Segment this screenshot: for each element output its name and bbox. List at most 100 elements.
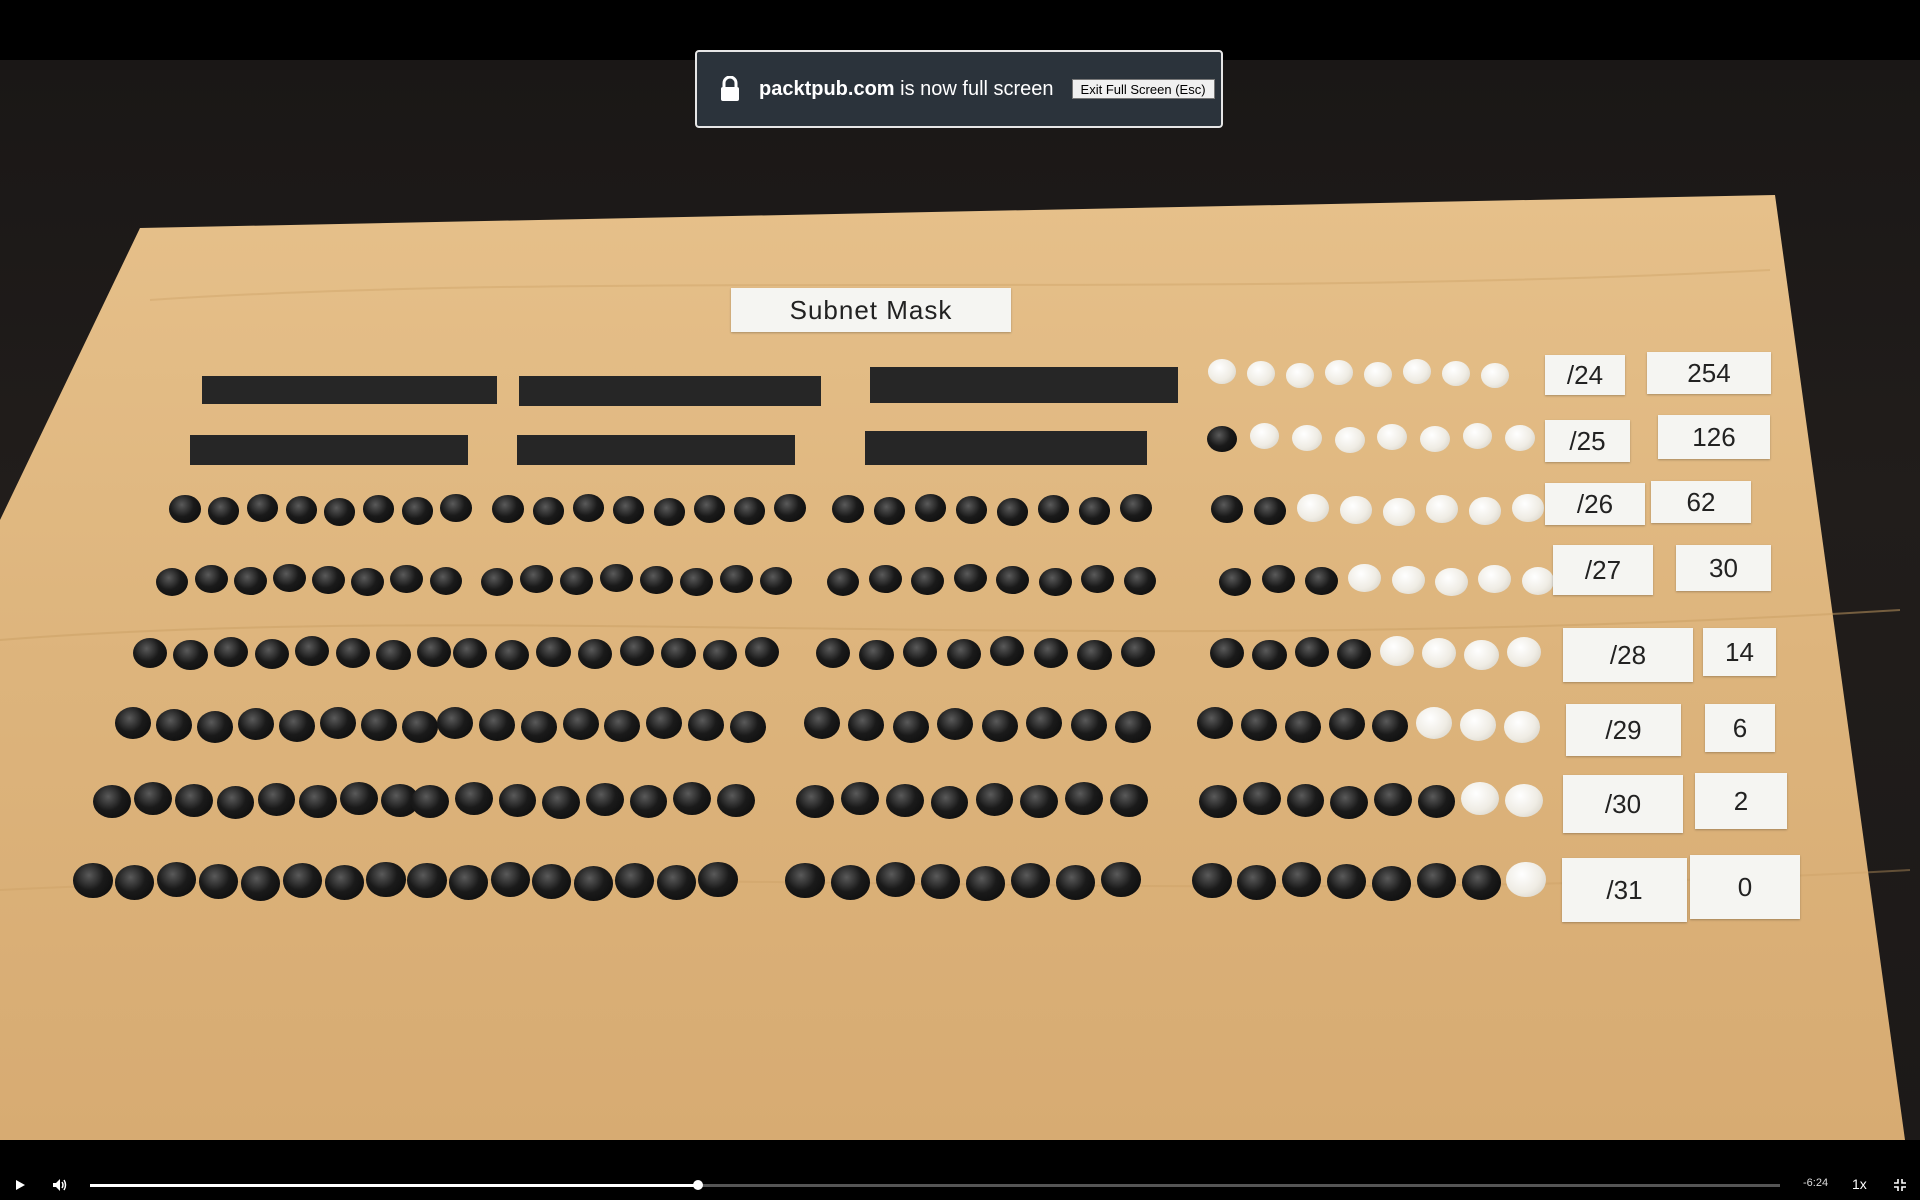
hosts-card: 14 [1703, 628, 1776, 676]
black-bead [698, 862, 738, 897]
hosts-label: 6 [1732, 712, 1748, 743]
black-bead [197, 711, 233, 743]
hosts-label: 254 [1687, 357, 1731, 388]
lock-icon [721, 76, 739, 101]
hosts-label: 14 [1725, 636, 1754, 667]
black-bead [366, 862, 406, 897]
white-bead [1506, 862, 1546, 897]
black-bead [198, 864, 239, 899]
black-bead [335, 637, 371, 669]
white-bead [1426, 495, 1458, 523]
black-bead [1120, 494, 1152, 522]
white-bead [1379, 635, 1414, 667]
hosts-card: 30 [1676, 545, 1771, 591]
exit-fullscreen-button[interactable]: Exit Full Screen (Esc) [1071, 79, 1215, 99]
white-bead [1325, 360, 1353, 385]
black-bead [1070, 709, 1107, 741]
black-bead [946, 638, 981, 670]
hosts-card: 126 [1658, 415, 1770, 459]
white-bead [1481, 363, 1509, 388]
board-title-card: Subnet Mask [731, 288, 1011, 332]
black-bead [115, 865, 155, 900]
black-bead [362, 495, 395, 523]
black-bead [615, 863, 655, 898]
black-bead [1101, 862, 1141, 897]
black-bead [448, 865, 489, 900]
fullscreen-button[interactable] [1890, 1175, 1910, 1195]
black-bead [1374, 783, 1412, 817]
prefix-card: /31 [1562, 858, 1687, 922]
black-bead [815, 637, 851, 669]
white-bead [1504, 711, 1540, 743]
black-bead [1416, 863, 1456, 898]
prefix-card: /26 [1545, 483, 1645, 525]
black-bead [1461, 865, 1501, 900]
fullscreen-domain: packtpub.com [759, 77, 895, 100]
prefix-card: /28 [1563, 628, 1693, 682]
video-area[interactable]: Subnet Mask /24/25/26/27/28/29/30/31 254… [0, 0, 1920, 1140]
black-bead [1077, 639, 1112, 671]
white-bead [1364, 362, 1392, 387]
fullscreen-message-text: is now full screen [900, 77, 1054, 100]
white-bead [1403, 359, 1431, 384]
black-bead [640, 565, 673, 595]
white-bead [1208, 359, 1236, 384]
black-bead [604, 710, 641, 742]
black-bead [619, 635, 655, 667]
black-bead [376, 639, 411, 671]
black-bead [693, 495, 726, 523]
black-bead [157, 862, 197, 897]
black-bead [1326, 864, 1367, 899]
play-icon [16, 1180, 25, 1190]
black-bead [830, 865, 870, 900]
black-bead [1305, 566, 1338, 596]
prefix-label: /30 [1604, 788, 1642, 819]
prefix-label: /26 [1576, 488, 1614, 519]
black-bead [744, 636, 780, 668]
black-bead [312, 565, 345, 595]
black-bead [416, 636, 452, 668]
black-bead [532, 497, 564, 525]
hosts-label: 0 [1737, 871, 1753, 902]
board-title: Subnet Mask [789, 294, 953, 325]
black-bead [953, 563, 987, 593]
black-bead [1330, 786, 1368, 820]
black-bead [920, 864, 961, 899]
black-bead [1282, 862, 1322, 897]
white-bead [1292, 425, 1322, 452]
time-remaining: -6:24 [1803, 1177, 1829, 1189]
hosts-card: 6 [1705, 704, 1775, 752]
playback-speed-button[interactable]: 1x [1852, 1176, 1867, 1192]
white-bead [1391, 565, 1425, 595]
black-bead [1371, 866, 1412, 901]
black-bead [520, 711, 557, 743]
fullscreen-notice: packtpub.com is now full screen Exit Ful… [695, 50, 1223, 128]
white-bead [1286, 363, 1314, 388]
black-bead [1011, 863, 1051, 898]
black-bead [869, 564, 902, 594]
volume-button[interactable] [50, 1175, 70, 1195]
black-bead [492, 495, 524, 523]
progress-bar[interactable] [90, 1180, 1780, 1190]
black-bead [1079, 497, 1111, 525]
black-tape-bar [517, 435, 795, 465]
black-bead [134, 782, 172, 816]
white-bead [1512, 494, 1544, 522]
black-bead [1284, 711, 1321, 743]
white-bead [1334, 427, 1365, 454]
black-bead [785, 863, 825, 898]
black-bead [914, 494, 946, 522]
hosts-label: 30 [1709, 552, 1738, 583]
black-bead [586, 783, 624, 817]
black-bead [1120, 636, 1156, 668]
play-button[interactable] [10, 1175, 30, 1195]
black-bead [562, 708, 599, 740]
prefix-label: /25 [1569, 425, 1606, 456]
black-bead [1261, 564, 1295, 594]
black-bead [1294, 636, 1330, 668]
hosts-card: 254 [1647, 352, 1771, 394]
prefix-label: /31 [1606, 874, 1643, 905]
black-bead [679, 567, 713, 597]
black-bead [238, 708, 274, 740]
black-bead [437, 707, 473, 739]
